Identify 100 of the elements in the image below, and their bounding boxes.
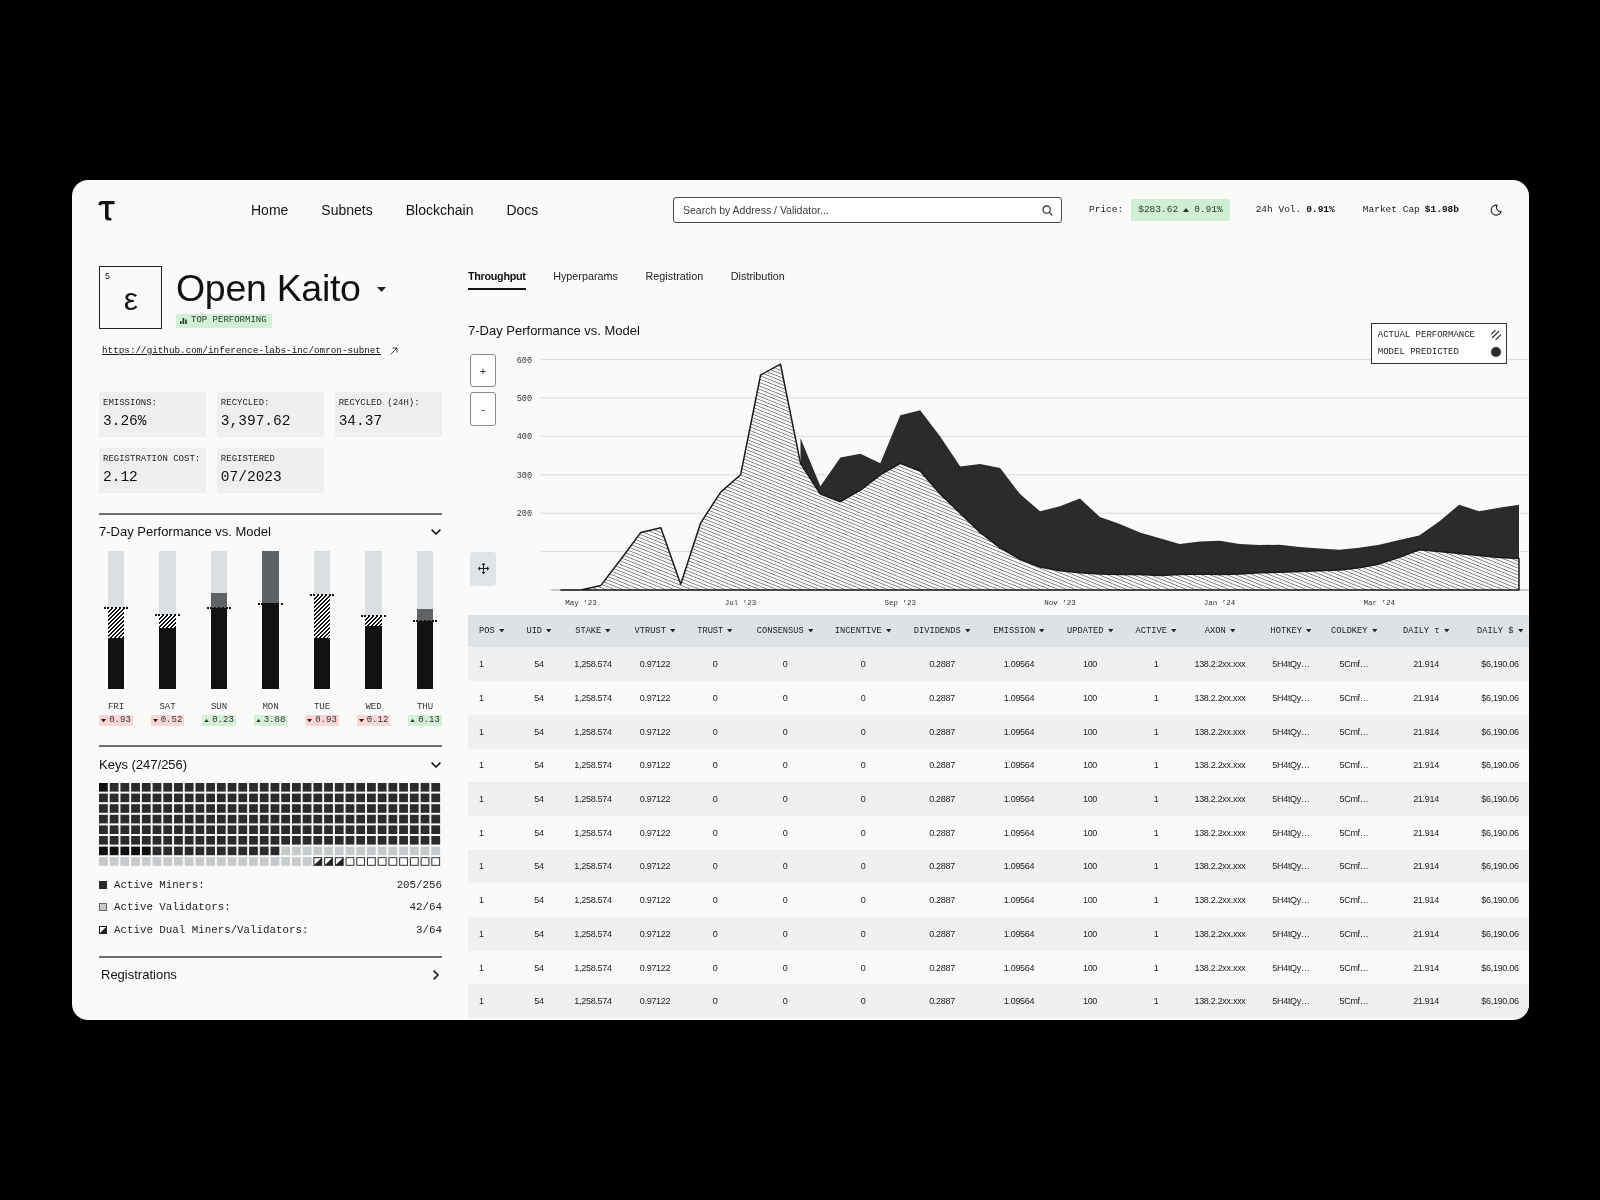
- sort-caret-icon[interactable]: [807, 629, 814, 633]
- table-cell-text: 100: [1081, 928, 1099, 939]
- table-cell-text: $6,190.06: [1480, 861, 1520, 872]
- nav-link[interactable]: Home: [251, 201, 289, 219]
- table-cell-text: 0: [711, 861, 719, 872]
- column-header[interactable]: CONSENSUS: [743, 615, 827, 648]
- table-cell-text: 0: [711, 962, 719, 973]
- tab[interactable]: Distribution: [730, 268, 785, 290]
- sort-caret-icon[interactable]: [546, 629, 552, 633]
- y-axis-label: 400: [516, 432, 532, 443]
- table-cell-text: 1.09564: [1002, 726, 1036, 737]
- table-cell-text: 54: [533, 996, 545, 1007]
- table-cell-text: 54: [533, 962, 545, 973]
- sort-caret-icon[interactable]: [498, 629, 505, 633]
- table-cell-text: $6,190.06: [1480, 928, 1520, 939]
- sort-caret-icon[interactable]: [964, 629, 971, 633]
- zoom-button[interactable]: +: [470, 354, 496, 388]
- table-cell-text: 0.97122: [638, 827, 672, 838]
- table-cell-text: 0: [781, 895, 789, 906]
- column-header[interactable]: AXON: [1185, 615, 1255, 648]
- column-header[interactable]: DIVIDENDS: [899, 615, 985, 648]
- tab[interactable]: Registration: [645, 268, 704, 290]
- repository-link[interactable]: https://github.com/inference-labs-inc/omron-subnet: [102, 344, 381, 357]
- column-header[interactable]: UID: [515, 615, 563, 648]
- table-cell-text: 1.09564: [1002, 895, 1036, 906]
- sort-caret-icon[interactable]: [1305, 629, 1312, 633]
- search-field[interactable]: Search by Address / Validator...: [673, 197, 1062, 223]
- table-cell-text: $6,190.06: [1480, 996, 1520, 1007]
- table-cell-text: 0.97122: [638, 962, 672, 973]
- tab[interactable]: Throughput: [468, 268, 526, 290]
- day-label: SAT: [159, 701, 176, 713]
- day-label: MON: [262, 701, 279, 713]
- nav-link[interactable]: Docs: [506, 201, 539, 219]
- table-cell-text: 5Cmf…: [1338, 895, 1370, 906]
- sort-caret-icon[interactable]: [605, 629, 611, 633]
- sort-caret-icon[interactable]: [1371, 629, 1377, 633]
- table-cell-text: 1.09564: [1002, 693, 1036, 703]
- table-cell-text: 5H4tQy…: [1271, 928, 1311, 939]
- nav-link[interactable]: Blockchain: [405, 201, 474, 219]
- day-label: TUE: [313, 701, 331, 713]
- sort-caret-icon[interactable]: [1170, 629, 1177, 633]
- table-cell-text: 5Cmf…: [1338, 726, 1370, 737]
- stat-label: REGISTERED: [220, 454, 276, 466]
- column-header[interactable]: INCENTIVE: [827, 615, 899, 648]
- table-cell-text: 1: [478, 827, 485, 838]
- table-cell-text: 0: [859, 794, 867, 805]
- table-cell-text: 5H4tQy…: [1271, 861, 1311, 872]
- table-cell-text: 1,258.574: [573, 861, 613, 872]
- table-cell-text: 5H4tQy…: [1271, 794, 1311, 805]
- search-icon[interactable]: [1042, 204, 1053, 216]
- column-header[interactable]: STAKE: [563, 615, 623, 648]
- table-cell-text: 0: [781, 726, 789, 737]
- external-link-icon[interactable]: [389, 346, 398, 355]
- column-header[interactable]: COLDKEY: [1327, 615, 1381, 648]
- table-cell-text: 1.09564: [1002, 928, 1036, 939]
- table-cell-text: 5Cmf…: [1338, 659, 1370, 670]
- table-cell-text: 100: [1081, 895, 1099, 906]
- sort-caret-icon[interactable]: [1443, 629, 1449, 633]
- legend-label: Active Validators:: [114, 900, 231, 915]
- sort-caret-icon[interactable]: [727, 629, 733, 633]
- chevron-down-icon[interactable]: [431, 761, 441, 768]
- table-cell-text: 100: [1081, 861, 1099, 872]
- day-label: THU: [416, 701, 434, 713]
- sort-caret-icon[interactable]: [1229, 629, 1236, 633]
- sort-caret-icon[interactable]: [1107, 629, 1113, 633]
- table-cell-text: 0.2887: [928, 726, 956, 737]
- stat-label: RECYCLED (24H):: [338, 398, 421, 409]
- column-header[interactable]: DAILY $: [1471, 615, 1529, 648]
- legend-label: Active Dual Miners/Validators:: [114, 922, 309, 937]
- column-header[interactable]: UPDATED: [1053, 615, 1127, 648]
- legend-value: 42/64: [409, 900, 442, 915]
- sort-caret-icon[interactable]: [1039, 629, 1045, 633]
- nav-link[interactable]: Subnets: [321, 201, 373, 219]
- column-header[interactable]: DAILY τ: [1381, 615, 1471, 648]
- sort-caret-icon[interactable]: [669, 629, 676, 633]
- sort-caret-icon[interactable]: [1517, 629, 1523, 633]
- column-header[interactable]: VTRUST: [623, 615, 687, 648]
- tab[interactable]: Hyperparams: [553, 268, 618, 290]
- column-header[interactable]: ACTIVE: [1127, 615, 1185, 648]
- table-cell-text: 21.914: [1412, 895, 1440, 906]
- chart-title: 7-Day Performance vs. Model: [468, 323, 640, 339]
- column-header[interactable]: HOTKEY: [1255, 615, 1327, 648]
- moon-icon[interactable]: [1490, 204, 1502, 216]
- caret-down-icon[interactable]: [376, 286, 386, 292]
- chevron-down-icon[interactable]: [431, 529, 441, 536]
- chevron-right-icon[interactable]: [433, 969, 439, 980]
- pan-button[interactable]: [470, 552, 496, 586]
- column-header[interactable]: TRUST: [687, 615, 743, 648]
- table-cell-text: 1: [1152, 659, 1160, 670]
- column-header[interactable]: EMISSION: [985, 615, 1053, 648]
- column-header[interactable]: POS: [468, 615, 515, 648]
- table-cell-text: 0: [781, 996, 789, 1007]
- table-cell-text: 1: [478, 760, 485, 771]
- hatched-segment: [365, 615, 382, 626]
- table-cell-text: $6,190.06: [1480, 895, 1520, 906]
- table-cell-text: 138.2.2xx.xxx: [1193, 996, 1247, 1007]
- zoom-button[interactable]: -: [470, 392, 496, 426]
- table-cell-text: 0.97122: [638, 928, 672, 939]
- logo[interactable]: [98, 199, 115, 221]
- sort-caret-icon[interactable]: [885, 629, 892, 633]
